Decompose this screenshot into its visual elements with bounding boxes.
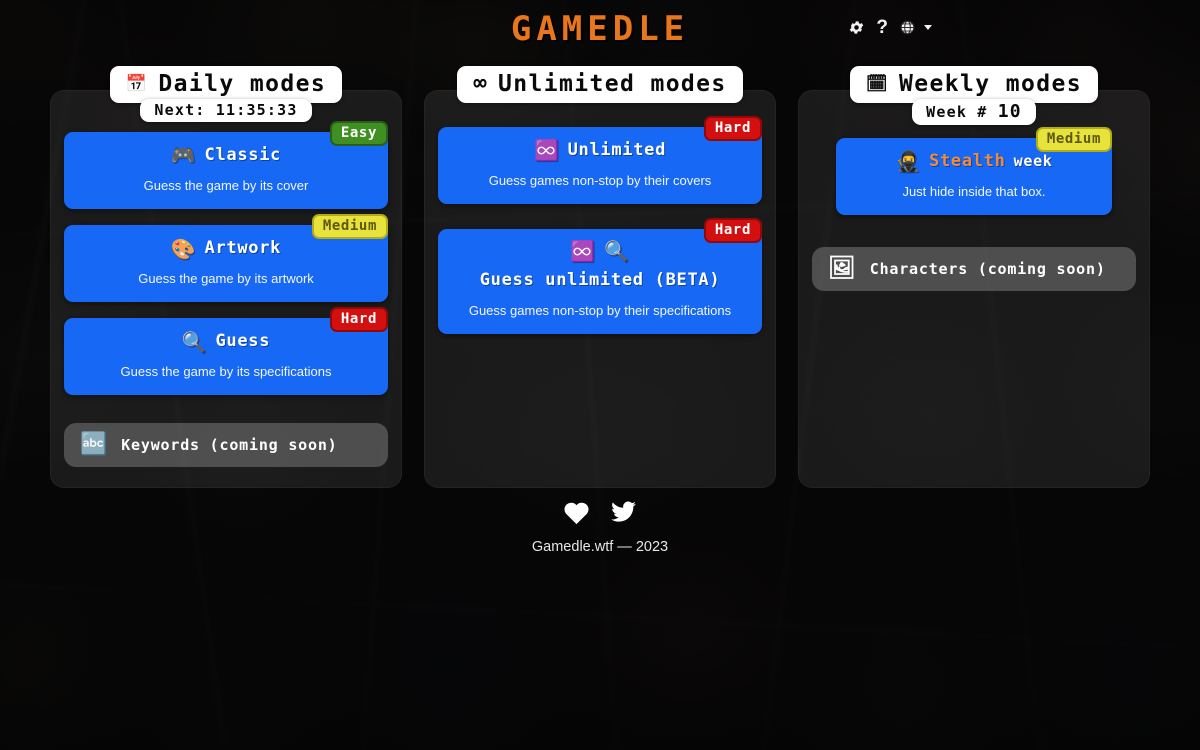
mode-desc-unlimited: Guess games non-stop by their covers xyxy=(488,172,712,188)
copyright-text: Gamedle.wtf — 2023 xyxy=(531,539,669,555)
mode-title-guess-unlimited: ♾️ 🔍 Guess unlimited (BETA) xyxy=(452,241,748,292)
app-logo[interactable]: GAMEDLE xyxy=(511,9,689,49)
app-header: GAMEDLE ? xyxy=(0,0,1200,58)
infinity-emoji-icon: ♾️ xyxy=(533,138,560,163)
calendar-week-icon: 🗓 xyxy=(866,73,889,94)
card-wrap-classic: Easy 🎮 Classic Guess the game by its cov… xyxy=(64,121,388,210)
social-links xyxy=(0,500,1200,525)
badge-hard-unlimited: Hard xyxy=(703,116,762,142)
magnifier-icon: 🔍 xyxy=(181,329,208,354)
calendar-icon: 📅 xyxy=(125,73,149,94)
unlimited-title-text: Unlimited modes xyxy=(497,71,727,97)
week-value: 10 xyxy=(997,101,1022,122)
mode-label-classic: Classic xyxy=(204,145,282,165)
characters-label: Characters (coming soon) xyxy=(869,260,1106,279)
weekly-section-title: 🗓 Weekly modes xyxy=(850,66,1098,103)
daily-section-title: 📅 Daily modes xyxy=(109,66,343,103)
daily-title-text: Daily modes xyxy=(158,71,327,97)
mode-desc-classic: Guess the game by its cover xyxy=(143,177,309,193)
mode-label-unlimited: Unlimited xyxy=(567,140,667,160)
card-wrap-unlimited: Hard ♾️ Unlimited Guess games non-stop b… xyxy=(438,116,762,205)
card-wrap-stealth: Medium 🥷 Stealth week Just hide inside t… xyxy=(812,127,1136,216)
mode-label-guess-unlimited: Guess unlimited (BETA) xyxy=(479,270,721,291)
ninja-icon: 🥷 xyxy=(895,149,922,174)
week-prefix: Week # xyxy=(926,103,988,121)
header-tools: ? xyxy=(848,18,932,37)
card-wrap-guess-unlimited: Hard ♾️ 🔍 Guess unlimited (BETA) Guess g… xyxy=(438,218,762,335)
mode-title-classic: 🎮 Classic xyxy=(78,144,374,167)
mode-title-artwork: 🎨 Artwork xyxy=(78,237,374,260)
daily-title-row: 📅 Daily modes xyxy=(64,66,388,103)
badge-hard: Hard xyxy=(329,307,388,333)
mode-desc-stealth: Just hide inside that box. xyxy=(902,183,1046,199)
mode-title-unlimited: ♾️ Unlimited xyxy=(452,139,748,162)
twitter-icon[interactable] xyxy=(610,500,637,525)
mode-label-artwork: Artwork xyxy=(204,238,282,259)
keywords-label: Keywords (coming soon) xyxy=(121,436,338,455)
mode-label-stealth: Stealth xyxy=(929,151,1006,171)
column-daily: 📅 Daily modes Next: 11:35:33 Easy 🎮 Clas… xyxy=(50,66,402,488)
weekly-title-text: Weekly modes xyxy=(899,71,1082,97)
unlimited-section-title: ∞ Unlimited modes xyxy=(457,66,743,103)
card-wrap-guess: Hard 🔍 Guess Guess the game by its speci… xyxy=(64,307,388,396)
weekly-title-row: 🗓 Weekly modes xyxy=(812,66,1136,103)
mode-title-stealth: 🥷 Stealth week xyxy=(850,150,1098,173)
card-wrap-artwork: Medium 🎨 Artwork Guess the game by its a… xyxy=(64,214,388,303)
framed-picture-icon: 🖼 xyxy=(828,256,857,282)
page-root: GAMEDLE ? 📅 Daily modes Next: 11:35:33 E… xyxy=(0,0,1200,750)
mode-title-guess: 🔍 Guess xyxy=(78,330,374,353)
magnifier-icon-2: 🔍 xyxy=(604,239,630,264)
mode-desc-guess: Guess the game by its specifications xyxy=(120,364,332,380)
daily-subtitle-row: Next: 11:35:33 xyxy=(64,99,388,122)
globe-icon[interactable] xyxy=(899,19,916,36)
badge-medium-stealth: Medium xyxy=(1035,127,1112,153)
weekly-week-number: Week # 10 xyxy=(912,99,1036,125)
gear-icon[interactable] xyxy=(848,19,865,36)
palette-icon: 🎨 xyxy=(170,236,197,261)
mode-card-keywords-coming-soon: 🔤 Keywords (coming soon) xyxy=(64,423,388,468)
mode-card-characters-coming-soon: 🖼 Characters (coming soon) xyxy=(812,247,1136,292)
column-unlimited: ∞ Unlimited modes Hard ♾️ Unlimited Gues… xyxy=(424,66,776,488)
mode-card-guess-unlimited[interactable]: ♾️ 🔍 Guess unlimited (BETA) Guess games … xyxy=(438,229,762,335)
infinity-icon: ∞ xyxy=(473,71,488,96)
mode-desc-guess-unlimited: Guess games non-stop by their specificat… xyxy=(468,303,732,319)
badge-hard-guess-unlimited: Hard xyxy=(703,218,762,244)
mode-label-week: week xyxy=(1013,152,1053,171)
unlimited-title-row: ∞ Unlimited modes xyxy=(438,66,762,103)
daily-next-timer: Next: 11:35:33 xyxy=(140,99,312,122)
keywords-icon: 🔤 xyxy=(80,432,109,458)
mode-label-guess: Guess xyxy=(215,331,271,352)
help-icon[interactable]: ? xyxy=(876,18,888,37)
column-weekly: 🗓 Weekly modes Week # 10 Medium 🥷 Stealt… xyxy=(798,66,1150,488)
badge-easy: Easy xyxy=(329,121,388,147)
infinity-emoji-icon-2: ♾️ xyxy=(570,239,596,264)
badge-medium: Medium xyxy=(311,214,388,240)
gamepad-icon: 🎮 xyxy=(170,143,197,168)
mode-desc-artwork: Guess the game by its artwork xyxy=(138,271,314,287)
heart-icon[interactable] xyxy=(563,500,590,525)
chevron-down-icon[interactable] xyxy=(924,25,932,30)
page-footer: Gamedle.wtf — 2023 xyxy=(0,500,1200,555)
modes-columns: 📅 Daily modes Next: 11:35:33 Easy 🎮 Clas… xyxy=(0,58,1200,488)
